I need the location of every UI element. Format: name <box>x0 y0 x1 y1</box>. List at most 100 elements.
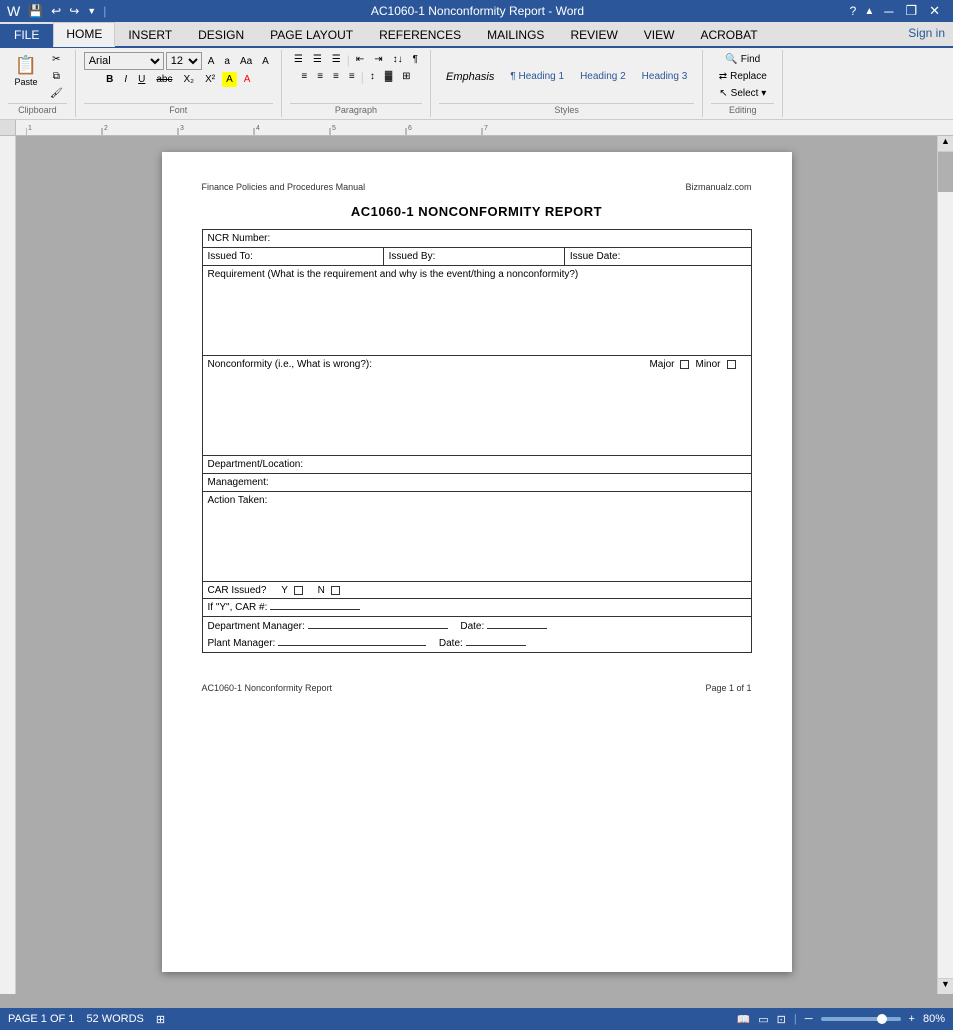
align-right-button[interactable]: ≡ <box>329 69 343 84</box>
file-tab[interactable]: FILE <box>0 24 53 46</box>
main-area: Finance Policies and Procedures Manual B… <box>0 136 953 994</box>
numbering-button[interactable]: ☰ <box>309 52 326 67</box>
scroll-down-button[interactable]: ▼ <box>938 978 953 994</box>
find-icon: 🔍 <box>725 54 737 65</box>
strikethrough-button[interactable]: abc <box>152 72 176 87</box>
style-emphasis[interactable]: Emphasis <box>439 68 501 86</box>
align-left-button[interactable]: ≡ <box>297 69 311 84</box>
save-icon[interactable]: 💾 <box>25 4 46 18</box>
tab-insert[interactable]: INSERT <box>115 23 185 46</box>
tab-design[interactable]: DESIGN <box>185 23 257 46</box>
minimize-button[interactable]: ─ <box>879 4 898 19</box>
bullets-button[interactable]: ☰ <box>290 52 307 67</box>
major-minor-area: Major Minor <box>649 359 735 370</box>
table-row: Requirement (What is the requirement and… <box>202 266 751 356</box>
tab-view[interactable]: VIEW <box>631 23 688 46</box>
redo-icon[interactable]: ↪ <box>66 4 82 18</box>
change-case-button[interactable]: Aa <box>236 54 256 69</box>
print-layout-button[interactable]: ▭ <box>758 1013 768 1026</box>
scroll-up-button[interactable]: ▲ <box>938 136 953 152</box>
nonconformity-label: Nonconformity (i.e., What is wrong?): <box>208 359 373 370</box>
style-heading2[interactable]: Heading 2 <box>573 68 633 85</box>
tab-references[interactable]: REFERENCES <box>366 23 474 46</box>
requirement-cell: Requirement (What is the requirement and… <box>202 266 751 356</box>
decrease-indent-button[interactable]: ⇤ <box>352 52 368 67</box>
table-row: CAR Issued? Y N <box>202 582 751 599</box>
zoom-level: 80% <box>923 1013 945 1025</box>
header-left: Finance Policies and Procedures Manual <box>202 182 366 192</box>
underline-button[interactable]: U <box>134 72 149 87</box>
copy-button[interactable]: ⧉ <box>46 69 67 84</box>
restore-button[interactable]: ❐ <box>900 3 922 19</box>
font-size-select[interactable]: 12 <box>166 52 202 70</box>
font-color-button[interactable]: A <box>240 72 255 87</box>
document-page: Finance Policies and Procedures Manual B… <box>162 152 792 972</box>
car-number-line <box>270 609 360 610</box>
line-spacing-button[interactable]: ↕ <box>366 69 379 84</box>
tab-pagelayout[interactable]: PAGE LAYOUT <box>257 23 366 46</box>
clear-format-button[interactable]: A <box>258 54 273 69</box>
car-number-cell: If "Y", CAR #: <box>202 599 751 617</box>
scroll-thumb[interactable] <box>938 152 953 192</box>
svg-text:6: 6 <box>408 125 412 132</box>
read-mode-button[interactable]: 📖 <box>737 1013 751 1026</box>
style-heading1[interactable]: ¶ Heading 1 <box>503 68 571 85</box>
svg-text:7: 7 <box>484 125 488 132</box>
shading-button[interactable]: ▓ <box>381 69 396 84</box>
zoom-out-button[interactable]: ─ <box>805 1013 813 1025</box>
paste-button[interactable]: 📋 Paste <box>8 52 44 90</box>
find-button[interactable]: 🔍 Find <box>721 52 764 67</box>
tab-mailings[interactable]: MAILINGS <box>474 23 557 46</box>
italic-button[interactable]: I <box>120 72 131 87</box>
tab-review[interactable]: REVIEW <box>557 23 630 46</box>
undo-icon[interactable]: ↩ <box>48 4 64 18</box>
borders-button[interactable]: ⊞ <box>398 69 414 84</box>
sign-in-link[interactable]: Sign in <box>908 26 945 40</box>
highlight-button[interactable]: A <box>222 72 237 87</box>
paste-label: Paste <box>14 77 37 87</box>
sort-button[interactable]: ↕↓ <box>389 52 407 67</box>
issued-to-cell: Issued To: <box>202 248 383 266</box>
help-button[interactable]: ? <box>847 4 860 18</box>
footer-right: Page 1 of 1 <box>705 683 751 693</box>
scrollbar[interactable]: ▲ ▼ <box>937 136 953 994</box>
tab-acrobat[interactable]: ACROBAT <box>687 23 770 46</box>
format-painter-button[interactable]: 🖌 <box>46 86 67 101</box>
show-marks-button[interactable]: ¶ <box>409 52 422 67</box>
car-y-checkbox <box>294 586 303 595</box>
close-button[interactable]: ✕ <box>924 3 945 19</box>
select-button[interactable]: ↖ Select ▾ <box>715 86 770 101</box>
shrink-font-button[interactable]: a <box>220 54 234 69</box>
align-center-button[interactable]: ≡ <box>313 69 327 84</box>
justify-button[interactable]: ≡ <box>345 69 359 84</box>
replace-button[interactable]: ⇄ Replace <box>715 69 771 84</box>
accessibility-icon[interactable]: ⊞ <box>156 1013 165 1026</box>
header-right: Bizmanualz.com <box>685 182 751 192</box>
increase-indent-button[interactable]: ⇥ <box>370 52 386 67</box>
web-layout-button[interactable]: ⊡ <box>777 1013 786 1026</box>
multilevel-button[interactable]: ☰ <box>328 52 345 67</box>
font-name-select[interactable]: Arial <box>84 52 164 70</box>
grow-font-button[interactable]: A <box>204 54 219 69</box>
ruler: 1 2 3 4 5 6 7 <box>0 120 953 136</box>
svg-text:4: 4 <box>256 125 260 132</box>
zoom-thumb[interactable] <box>877 1014 887 1024</box>
zoom-in-button[interactable]: + <box>909 1013 915 1025</box>
signatures-cell: Department Manager: Date: Plant Manager:… <box>202 617 751 653</box>
quick-access-dropdown[interactable]: ▼ <box>84 6 99 16</box>
table-row: Issued To: Issued By: Issue Date: <box>202 248 751 266</box>
zoom-slider[interactable] <box>821 1017 901 1021</box>
dept-location-cell: Department/Location: <box>202 456 751 474</box>
style-heading3[interactable]: Heading 3 <box>635 68 695 85</box>
ribbon-toggle[interactable]: ▲ <box>861 6 877 17</box>
paragraph-group: ☰ ☰ ☰ | ⇤ ⇥ ↕↓ ¶ ≡ ≡ ≡ ≡ | ↕ ▓ ⊞ Paragra… <box>282 50 431 117</box>
tab-home[interactable]: HOME <box>53 22 115 47</box>
editing-group: 🔍 Find ⇄ Replace ↖ Select ▾ Editing <box>703 50 783 117</box>
document-area[interactable]: Finance Policies and Procedures Manual B… <box>16 136 937 994</box>
table-row: NCR Number: <box>202 230 751 248</box>
dept-manager-line <box>308 628 448 629</box>
subscript-button[interactable]: X₂ <box>180 72 199 87</box>
bold-button[interactable]: B <box>102 72 117 87</box>
cut-button[interactable]: ✂ <box>46 52 67 67</box>
superscript-button[interactable]: X² <box>201 72 219 87</box>
